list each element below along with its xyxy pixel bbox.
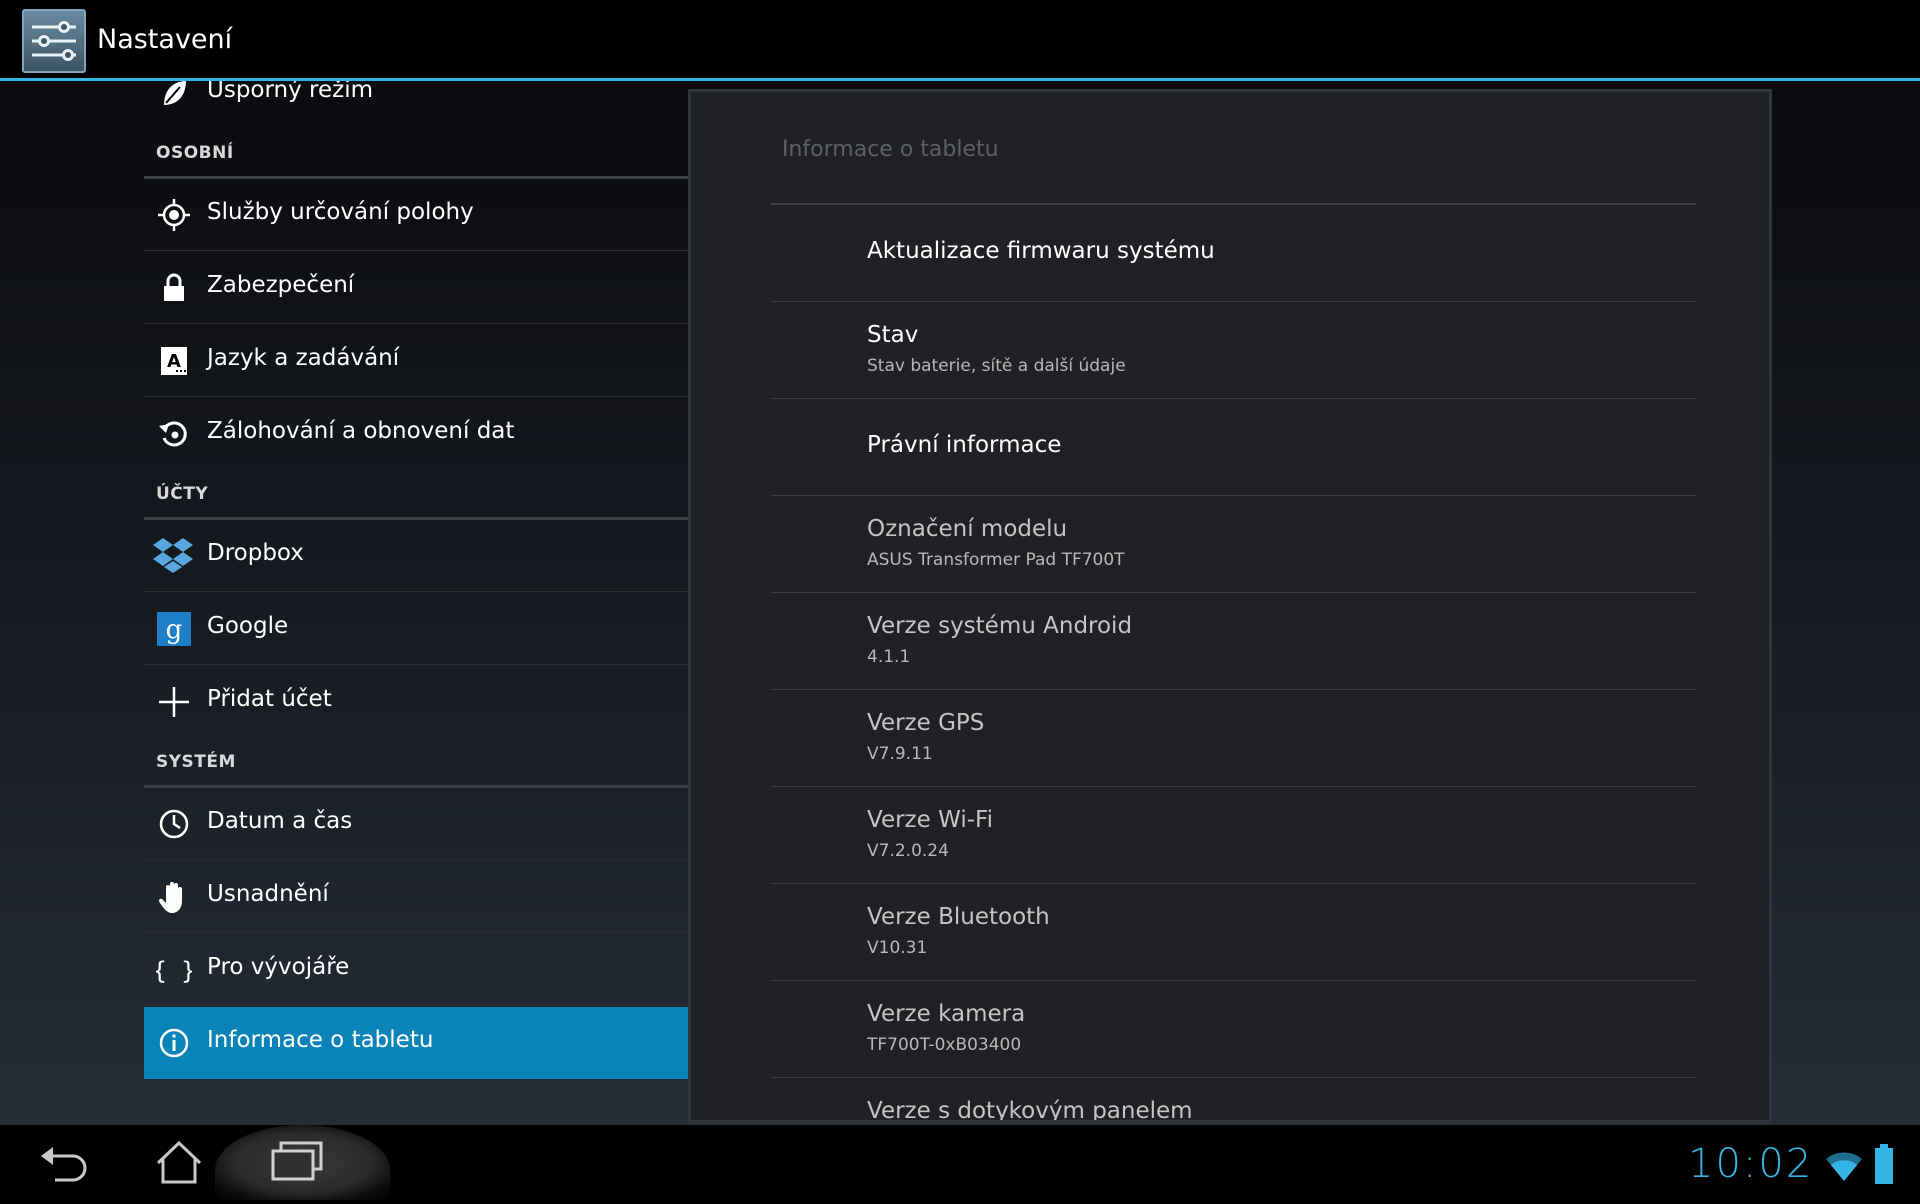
- pref-summary: V10.31: [867, 938, 928, 958]
- pref-summary: 4.1.1: [867, 647, 911, 667]
- language-icon: A: [156, 343, 192, 379]
- list-item-label: Přidat účet: [207, 686, 332, 712]
- svg-text:g: g: [166, 615, 183, 645]
- list-item-dropbox[interactable]: Dropbox: [144, 520, 688, 592]
- pref-summary: TF700T-0xB03400: [867, 1035, 1022, 1055]
- pref-summary: ASUS Transformer Pad TF700T: [867, 550, 1125, 570]
- clock-icon: [156, 806, 192, 842]
- list-item-accessibility[interactable]: Usnadnění: [144, 861, 688, 933]
- pref-system-firmware-update[interactable]: Aktualizace firmwaru systému: [771, 205, 1696, 302]
- list-item-language[interactable]: A Jazyk a zadávání: [144, 325, 688, 397]
- system-navigation-bar: 10:02: [0, 1125, 1920, 1200]
- pref-title: Verze s dotykovým panelem: [867, 1098, 1193, 1123]
- list-divider: [144, 323, 688, 324]
- pref-title: Verze GPS: [867, 710, 985, 736]
- back-button[interactable]: [5, 1125, 115, 1200]
- list-item-add-account[interactable]: Přidat účet: [144, 666, 688, 738]
- section-header-label: OSOBNÍ: [156, 143, 234, 163]
- back-icon: [41, 1147, 87, 1182]
- list-item-backup[interactable]: Zálohování a obnovení dat: [144, 398, 688, 470]
- list-item-developer[interactable]: { } Pro vývojáře: [144, 934, 688, 1006]
- list-item-label: Jazyk a zadávání: [207, 345, 400, 371]
- list-item-label: Úsporný režim: [207, 81, 374, 103]
- recent-apps-icon: [271, 1141, 323, 1181]
- app-title: Nastavení: [97, 24, 233, 55]
- pref-title: Právní informace: [867, 432, 1062, 458]
- braces-icon: { }: [152, 952, 195, 988]
- list-item-label: Google: [207, 613, 289, 639]
- svg-text:{ }: { }: [156, 957, 192, 985]
- detail-pane[interactable]: Informace o tabletu Aktualizace firmwaru…: [688, 89, 1772, 1123]
- list-item-label: Usnadnění: [207, 881, 329, 907]
- info-icon: [156, 1025, 192, 1061]
- svg-text:A: A: [167, 351, 181, 372]
- wifi-icon[interactable]: [1824, 1147, 1864, 1183]
- pref-title: Stav: [867, 322, 919, 348]
- pref-title: Aktualizace firmwaru systému: [867, 238, 1215, 264]
- list-item-label: Zabezpečení: [207, 272, 355, 298]
- pref-wifi-version: Verze Wi-Fi V7.2.0.24: [771, 787, 1696, 884]
- list-item-location[interactable]: Služby určování polohy: [144, 179, 688, 251]
- pref-title: Verze Bluetooth: [867, 904, 1050, 930]
- pref-camera-version: Verze kamera TF700T-0xB03400: [771, 981, 1696, 1078]
- pref-summary: V7.9.11: [867, 744, 933, 764]
- section-header-system: SYSTÉM: [144, 738, 688, 788]
- list-item-label: Dropbox: [207, 540, 304, 566]
- settings-content: Úsporný režim OSOBNÍ Služby určování pol…: [0, 81, 1920, 1125]
- plus-icon: [156, 684, 192, 720]
- settings-category-list[interactable]: Úsporný režim OSOBNÍ Služby určování pol…: [144, 81, 688, 1125]
- pref-summary: Stav baterie, sítě a další údaje: [867, 356, 1126, 376]
- pref-touch-panel-version: Verze s dotykovým panelem: [771, 1078, 1696, 1123]
- list-item-security[interactable]: Zabezpečení: [144, 252, 688, 324]
- list-divider: [144, 859, 688, 860]
- pref-gps-version: Verze GPS V7.9.11: [771, 690, 1696, 787]
- list-item-date-time[interactable]: Datum a čas: [144, 788, 688, 860]
- status-clock[interactable]: 10:02: [1688, 1141, 1813, 1187]
- location-icon: [156, 197, 192, 233]
- pref-title: Verze systému Android: [867, 613, 1133, 639]
- google-icon: g: [156, 611, 192, 647]
- detail-title: Informace o tabletu: [782, 137, 999, 162]
- lock-icon: [156, 270, 192, 306]
- battery-icon[interactable]: [1874, 1143, 1894, 1185]
- hand-icon: [156, 879, 192, 915]
- section-header-label: ÚČTY: [156, 484, 209, 504]
- action-bar: Nastavení: [0, 0, 1920, 81]
- leaf-icon: [156, 81, 192, 111]
- list-item-label: Služby určování polohy: [207, 199, 474, 225]
- list-item-about-tablet[interactable]: Informace o tabletu: [144, 1007, 688, 1079]
- pref-title: Označení modelu: [867, 516, 1068, 542]
- list-divider: [144, 250, 688, 251]
- pref-bluetooth-version: Verze Bluetooth V10.31: [771, 884, 1696, 981]
- backup-icon: [156, 416, 192, 452]
- section-header-label: SYSTÉM: [156, 752, 236, 772]
- list-divider: [144, 932, 688, 933]
- pref-android-version: Verze systému Android 4.1.1: [771, 593, 1696, 690]
- section-header-accounts: ÚČTY: [144, 470, 688, 520]
- pref-status[interactable]: Stav Stav baterie, sítě a další údaje: [771, 302, 1696, 399]
- pref-model-number: Označení modelu ASUS Transformer Pad TF7…: [771, 496, 1696, 593]
- list-divider: [144, 591, 688, 592]
- dropbox-icon: [152, 536, 194, 574]
- settings-sliders-icon[interactable]: [22, 9, 86, 73]
- pref-summary: V7.2.0.24: [867, 841, 949, 861]
- list-item-google[interactable]: g Google: [144, 593, 688, 665]
- list-item-label: Zálohování a obnovení dat: [207, 418, 515, 444]
- pref-title: Verze Wi-Fi: [867, 807, 993, 833]
- list-item-label: Informace o tabletu: [207, 1027, 434, 1053]
- list-item-label: Pro vývojáře: [207, 954, 350, 980]
- list-divider: [144, 396, 688, 397]
- pref-title: Verze kamera: [867, 1001, 1026, 1027]
- pref-legal-info[interactable]: Právní informace: [771, 399, 1696, 496]
- list-item-label: Datum a čas: [207, 808, 353, 834]
- recent-apps-button[interactable]: [215, 1125, 390, 1200]
- list-item-power-saving[interactable]: Úsporný režim: [144, 81, 688, 129]
- list-divider: [144, 664, 688, 665]
- section-header-personal: OSOBNÍ: [144, 129, 688, 179]
